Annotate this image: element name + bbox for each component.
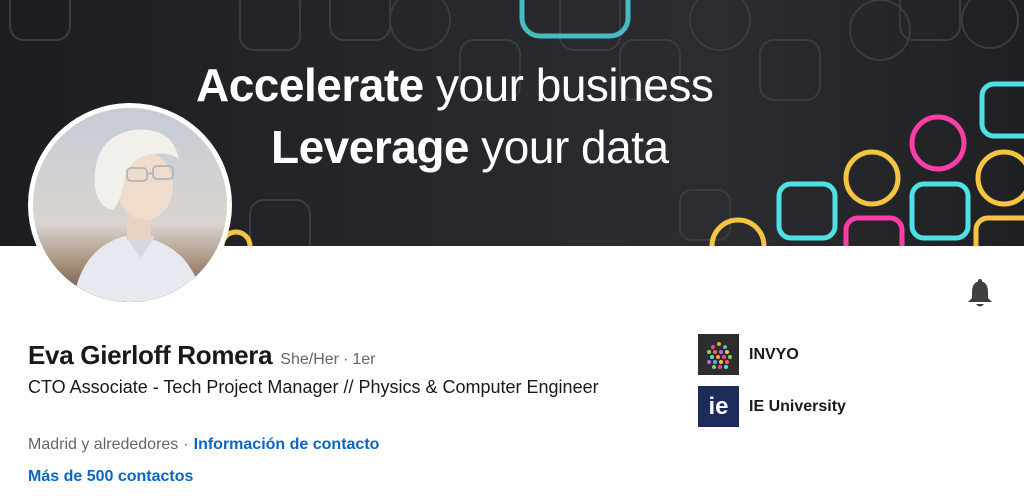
banner-line2-light: your data <box>469 121 669 173</box>
connection-degree: 1er <box>352 351 376 368</box>
degree-separator: · <box>342 351 349 368</box>
profile-name-row: Eva Gierloff Romera She/Her · 1er <box>28 340 375 371</box>
banner-headline-2: Leverage your data <box>271 120 669 174</box>
profile-avatar[interactable] <box>28 103 232 307</box>
location-row: Madrid y alrededores · Información de cont… <box>28 436 379 454</box>
bell-icon <box>968 279 992 307</box>
profile-location: Madrid y alrededores <box>28 436 179 453</box>
org-item-invyo[interactable]: INVYO <box>698 334 799 375</box>
invyo-logo-icon <box>706 341 732 369</box>
profile-pronouns: She/Her <box>280 351 339 368</box>
contact-info-link[interactable]: Información de contacto <box>194 436 380 453</box>
org-item-ie-university[interactable]: ie IE University <box>698 386 846 427</box>
location-separator: · <box>183 436 189 453</box>
invyo-dots-logo <box>698 334 739 375</box>
ie-logo-text: ie <box>708 392 729 420</box>
banner-headline-1: Accelerate your business <box>196 58 714 112</box>
banner-line1-bold: Accelerate <box>196 59 424 111</box>
avatar-photo <box>33 108 227 302</box>
profile-headline: CTO Associate - Tech Project Manager // … <box>28 377 599 397</box>
ie-logo: ie <box>698 386 739 427</box>
profile-name: Eva Gierloff Romera <box>28 340 273 370</box>
org-name-invyo: INVYO <box>749 345 799 363</box>
notification-bell-button[interactable] <box>962 276 998 312</box>
connections-link[interactable]: Más de 500 contactos <box>28 468 193 486</box>
org-name-ie-university: IE University <box>749 397 846 415</box>
banner-line1-light: your business <box>423 59 714 111</box>
banner-line2-bold: Leverage <box>271 121 470 173</box>
